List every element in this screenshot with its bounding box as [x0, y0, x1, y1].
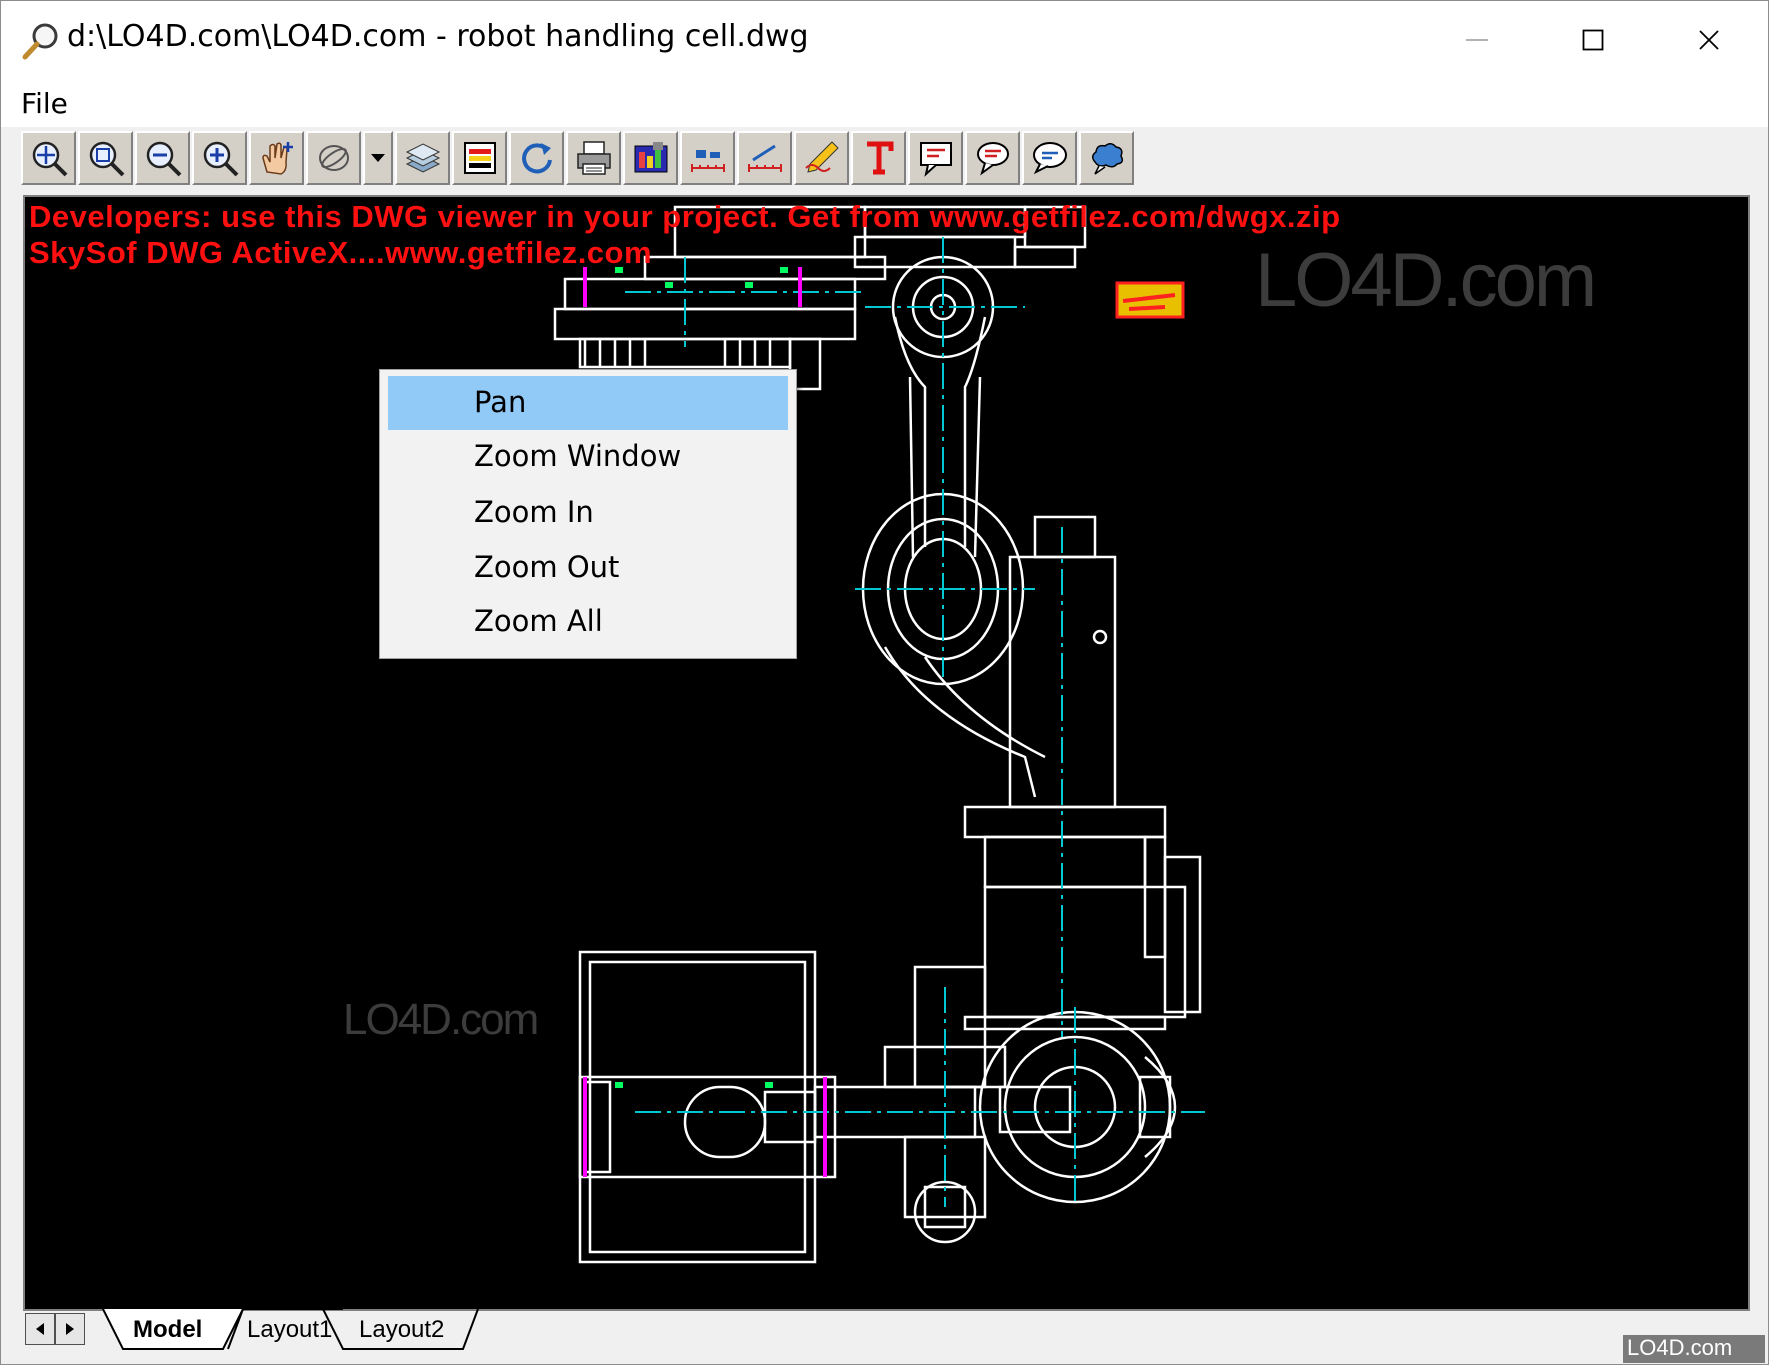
zoom-extents-icon — [32, 141, 67, 177]
properties-button[interactable] — [623, 131, 678, 185]
context-menu: Pan Zoom Window Zoom In Zoom Out Zoom Al… — [379, 369, 797, 659]
context-menu-label: Zoom Out — [474, 550, 620, 584]
menu-file[interactable]: File — [21, 87, 68, 120]
close-button[interactable] — [1651, 1, 1767, 79]
title-bar[interactable]: d:\LO4D.com\LO4D.com - robot handling ce… — [1, 1, 1768, 79]
robot-cell-drawing — [553, 205, 1205, 1264]
dropdown-arrow-icon — [371, 154, 385, 162]
layers-icon — [405, 143, 440, 173]
markup-pencil-button[interactable] — [794, 131, 849, 185]
close-icon — [1699, 30, 1719, 50]
regenerate-button[interactable] — [509, 131, 564, 185]
zoom-in-button[interactable] — [192, 131, 247, 185]
zoom-out-button[interactable] — [135, 131, 190, 185]
print-button[interactable] — [566, 131, 621, 185]
measure-angle-button[interactable] — [737, 131, 792, 185]
minimize-button[interactable] — [1419, 1, 1535, 79]
layer-colors-button[interactable] — [452, 131, 507, 185]
measure-distance-button[interactable] — [680, 131, 735, 185]
context-menu-item-zoom-out[interactable]: Zoom Out — [388, 541, 788, 595]
comment-icon — [919, 142, 952, 177]
layers-button[interactable] — [395, 131, 450, 185]
layer-colors-icon — [463, 142, 496, 174]
magnifier-icon — [22, 23, 58, 60]
revision-cloud-icon — [1091, 143, 1123, 175]
promo-text-line-1: Developers: use this DWG viewer in your … — [29, 199, 1341, 234]
orbit-button[interactable] — [306, 131, 361, 185]
orbit-dropdown-button[interactable] — [363, 131, 393, 185]
markup-pencil-icon — [804, 141, 839, 173]
menu-bar: File — [1, 79, 1768, 127]
zoom-in-icon — [203, 141, 238, 177]
toolbar — [21, 131, 1136, 187]
window-title: d:\LO4D.com\LO4D.com - robot handling ce… — [67, 19, 809, 54]
tab-label: Model — [133, 1316, 203, 1343]
zoom-window-button[interactable] — [78, 131, 133, 185]
context-menu-label: Zoom All — [474, 604, 603, 638]
context-menu-item-pan[interactable]: Pan — [388, 376, 788, 430]
maximize-button[interactable] — [1535, 1, 1651, 79]
watermark-small: LO4D.com — [343, 995, 539, 1044]
comment-cloud-icon — [976, 142, 1009, 176]
comment-bubble-icon — [1032, 142, 1067, 175]
tab-model[interactable]: Model — [123, 1309, 233, 1349]
tab-label: Layout1 — [247, 1316, 333, 1343]
context-menu-label: Zoom In — [474, 495, 594, 529]
corner-watermark: LO4D.com — [1623, 1335, 1765, 1363]
layout-tab-bar: Model Layout1 Layout2 — [23, 1309, 1746, 1351]
comment-bubble-button[interactable] — [1022, 131, 1077, 185]
maximize-icon — [1582, 29, 1604, 51]
properties-icon — [634, 142, 667, 173]
measure-angle-icon — [747, 144, 782, 172]
measure-distance-icon — [690, 150, 725, 172]
minimize-icon — [1466, 39, 1488, 41]
comment-button[interactable] — [908, 131, 963, 185]
comment-cloud-button[interactable] — [965, 131, 1020, 185]
print-icon — [576, 141, 611, 175]
watermark-large: LO4D.com — [1255, 238, 1597, 323]
tab-label: Layout2 — [359, 1316, 445, 1343]
text-markup-button[interactable] — [851, 131, 906, 185]
drawing-canvas[interactable]: Developers: use this DWG viewer in your … — [23, 195, 1750, 1311]
context-menu-item-zoom-window[interactable]: Zoom Window — [388, 430, 788, 484]
zoom-extents-button[interactable] — [21, 131, 76, 185]
context-menu-label: Pan — [474, 385, 527, 419]
pan-hand-icon — [261, 142, 293, 175]
tab-layout2[interactable]: Layout2 — [343, 1309, 463, 1349]
context-menu-item-zoom-in[interactable]: Zoom In — [388, 486, 788, 540]
zoom-window-icon — [89, 141, 124, 177]
regenerate-icon — [521, 143, 552, 174]
zoom-out-icon — [146, 141, 181, 177]
promo-text-line-2: SkySof DWG ActiveX....www.getfilez.com — [29, 235, 653, 270]
text-markup-icon — [866, 141, 893, 175]
revision-cloud-button[interactable] — [1079, 131, 1134, 185]
application-window: d:\LO4D.com\LO4D.com - robot handling ce… — [0, 0, 1769, 1365]
context-menu-item-zoom-all[interactable]: Zoom All — [388, 595, 788, 649]
tab-layout1[interactable]: Layout1 — [233, 1309, 333, 1349]
pan-button[interactable] — [249, 131, 304, 185]
context-menu-label: Zoom Window — [474, 439, 682, 473]
orbit-icon — [318, 145, 349, 171]
